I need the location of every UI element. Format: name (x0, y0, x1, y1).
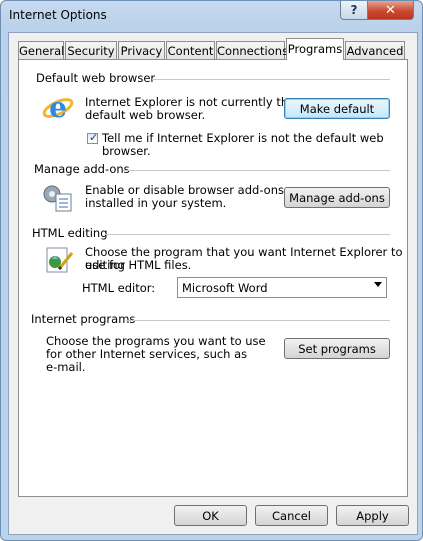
svg-text:e: e (49, 91, 67, 124)
html-editing-text-line2: editing HTML files. (85, 258, 192, 272)
addons-text-line2: installed in your system. (85, 196, 227, 210)
html-editor-icon (46, 247, 74, 273)
dialog-client-area: General Security Privacy Content Connect… (8, 32, 418, 535)
group-divider (126, 320, 390, 321)
make-default-button[interactable]: Make default (284, 98, 390, 119)
default-browser-text-line2: default web browser. (85, 108, 206, 122)
cancel-button[interactable]: Cancel (255, 505, 328, 526)
programs-panel: Default web browser e Internet Explorer … (18, 59, 408, 497)
title-bar[interactable]: Internet Options ? ✕ (1, 1, 422, 31)
manage-addons-button[interactable]: Manage add-ons (284, 187, 390, 208)
html-editor-select[interactable]: Microsoft Word (177, 277, 387, 298)
addons-gear-icon (43, 185, 72, 212)
help-button[interactable]: ? (340, 1, 368, 20)
group-divider (152, 79, 390, 80)
tab-advanced[interactable]: Advanced (345, 41, 405, 59)
dropdown-arrow-icon (374, 282, 382, 287)
window-title: Internet Options (9, 8, 107, 22)
close-button[interactable]: ✕ (367, 1, 414, 20)
default-browser-check-checkbox[interactable]: ✓ (87, 131, 99, 144)
group-divider (105, 234, 390, 235)
checkmark-icon: ✓ (89, 131, 99, 144)
internet-programs-text-line3: e-mail. (46, 360, 86, 374)
tab-programs[interactable]: Programs (286, 38, 344, 60)
html-editor-label: HTML editor: (82, 281, 156, 295)
tab-content[interactable]: Content (166, 41, 215, 59)
internet-options-window: Internet Options ? ✕ General Security Pr… (0, 0, 423, 541)
apply-button[interactable]: Apply (336, 505, 409, 526)
manage-addons-heading: Manage add-ons (34, 162, 130, 176)
internet-explorer-icon: e (42, 91, 74, 124)
internet-programs-heading: Internet programs (31, 312, 136, 326)
tab-general[interactable]: General (18, 41, 64, 59)
tab-security[interactable]: Security (65, 41, 117, 59)
ok-button[interactable]: OK (174, 505, 247, 526)
tab-privacy[interactable]: Privacy (118, 41, 165, 59)
set-programs-button[interactable]: Set programs (284, 338, 390, 359)
tab-connections[interactable]: Connections (216, 41, 288, 59)
default-browser-check-label[interactable]: Tell me if Internet Explorer is not the … (102, 132, 407, 158)
default-browser-heading: Default web browser (36, 71, 156, 85)
html-editor-value: Microsoft Word (182, 281, 268, 295)
html-editing-heading: HTML editing (32, 226, 108, 240)
group-divider (123, 170, 390, 171)
